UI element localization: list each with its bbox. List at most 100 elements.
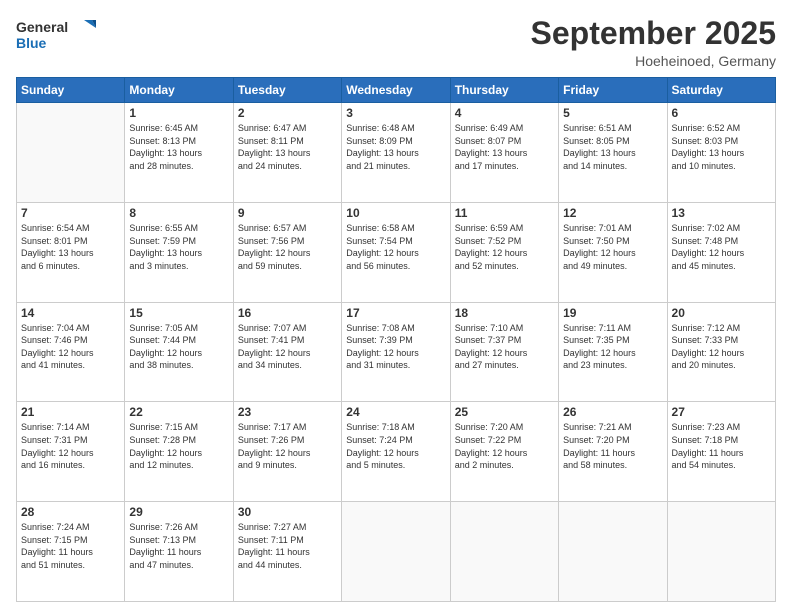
header-wednesday: Wednesday [342, 78, 450, 103]
calendar-week-row: 21 Sunrise: 7:14 AM Sunset: 7:31 PM Dayli… [17, 402, 776, 502]
calendar-cell: 19 Sunrise: 7:11 AM Sunset: 7:35 PM Dayli… [559, 302, 667, 402]
calendar-cell: 22 Sunrise: 7:15 AM Sunset: 7:28 PM Dayli… [125, 402, 233, 502]
day-info: Sunrise: 6:47 AM Sunset: 8:11 PM Dayligh… [238, 122, 337, 172]
calendar-cell: 16 Sunrise: 7:07 AM Sunset: 7:41 PM Dayli… [233, 302, 341, 402]
day-info: Sunrise: 6:49 AM Sunset: 8:07 PM Dayligh… [455, 122, 554, 172]
day-number: 7 [21, 206, 120, 220]
day-number: 21 [21, 405, 120, 419]
calendar-cell: 7 Sunrise: 6:54 AM Sunset: 8:01 PM Daylig… [17, 202, 125, 302]
calendar-cell: 12 Sunrise: 7:01 AM Sunset: 7:50 PM Dayli… [559, 202, 667, 302]
calendar-cell: 21 Sunrise: 7:14 AM Sunset: 7:31 PM Dayli… [17, 402, 125, 502]
header-saturday: Saturday [667, 78, 775, 103]
day-number: 9 [238, 206, 337, 220]
day-number: 29 [129, 505, 228, 519]
calendar-cell: 29 Sunrise: 7:26 AM Sunset: 7:13 PM Dayli… [125, 502, 233, 602]
header-friday: Friday [559, 78, 667, 103]
calendar-cell: 30Sunrise: 7:27 AM Sunset: 7:11 PM Dayli… [233, 502, 341, 602]
day-number: 12 [563, 206, 662, 220]
day-info: Sunrise: 7:05 AM Sunset: 7:44 PM Dayligh… [129, 322, 228, 372]
day-info: Sunrise: 7:01 AM Sunset: 7:50 PM Dayligh… [563, 222, 662, 272]
calendar-header-row: Sunday Monday Tuesday Wednesday Thursday… [17, 78, 776, 103]
day-info: Sunrise: 7:17 AM Sunset: 7:26 PM Dayligh… [238, 421, 337, 471]
day-info: Sunrise: 7:20 AM Sunset: 7:22 PM Dayligh… [455, 421, 554, 471]
calendar-cell: 18 Sunrise: 7:10 AM Sunset: 7:37 PM Dayli… [450, 302, 558, 402]
day-info: Sunrise: 6:48 AM Sunset: 8:09 PM Dayligh… [346, 122, 445, 172]
calendar-cell: 20 Sunrise: 7:12 AM Sunset: 7:33 PM Dayli… [667, 302, 775, 402]
day-number: 18 [455, 306, 554, 320]
day-number: 10 [346, 206, 445, 220]
day-info: Sunrise: 7:21 AM Sunset: 7:20 PM Dayligh… [563, 421, 662, 471]
calendar-cell: 8 Sunrise: 6:55 AM Sunset: 7:59 PM Daylig… [125, 202, 233, 302]
day-info: Sunrise: 6:58 AM Sunset: 7:54 PM Dayligh… [346, 222, 445, 272]
svg-text:General: General [16, 19, 68, 35]
calendar-cell: 23 Sunrise: 7:17 AM Sunset: 7:26 PM Dayli… [233, 402, 341, 502]
day-info: Sunrise: 7:07 AM Sunset: 7:41 PM Dayligh… [238, 322, 337, 372]
day-info: Sunrise: 7:15 AM Sunset: 7:28 PM Dayligh… [129, 421, 228, 471]
day-number: 6 [672, 106, 771, 120]
day-info: Sunrise: 7:02 AM Sunset: 7:48 PM Dayligh… [672, 222, 771, 272]
day-info: Sunrise: 7:04 AM Sunset: 7:46 PM Dayligh… [21, 322, 120, 372]
day-info: Sunrise: 7:14 AM Sunset: 7:31 PM Dayligh… [21, 421, 120, 471]
calendar-week-row: 14 Sunrise: 7:04 AM Sunset: 7:46 PM Dayli… [17, 302, 776, 402]
calendar-week-row: 1 Sunrise: 6:45 AM Sunset: 8:13 PM Daylig… [17, 103, 776, 203]
header: General Blue September 2025 Hoeheinoed, … [16, 16, 776, 69]
calendar-page: General Blue September 2025 Hoeheinoed, … [0, 0, 792, 612]
day-info: Sunrise: 6:52 AM Sunset: 8:03 PM Dayligh… [672, 122, 771, 172]
day-number: 27 [672, 405, 771, 419]
calendar-cell [667, 502, 775, 602]
svg-text:Blue: Blue [16, 35, 47, 51]
calendar-cell: 24Sunrise: 7:18 AM Sunset: 7:24 PM Dayli… [342, 402, 450, 502]
logo-svg: General Blue [16, 16, 96, 54]
day-number: 20 [672, 306, 771, 320]
day-number: 25 [455, 405, 554, 419]
calendar-cell: 27 Sunrise: 7:23 AM Sunset: 7:18 PM Dayli… [667, 402, 775, 502]
calendar-week-row: 7 Sunrise: 6:54 AM Sunset: 8:01 PM Daylig… [17, 202, 776, 302]
day-info: Sunrise: 6:45 AM Sunset: 8:13 PM Dayligh… [129, 122, 228, 172]
day-number: 19 [563, 306, 662, 320]
calendar-cell: 13 Sunrise: 7:02 AM Sunset: 7:48 PM Dayli… [667, 202, 775, 302]
day-info: Sunrise: 6:54 AM Sunset: 8:01 PM Dayligh… [21, 222, 120, 272]
day-number: 30 [238, 505, 337, 519]
calendar-cell: 4 Sunrise: 6:49 AM Sunset: 8:07 PM Daylig… [450, 103, 558, 203]
calendar-cell: 17 Sunrise: 7:08 AM Sunset: 7:39 PM Dayli… [342, 302, 450, 402]
logo: General Blue [16, 16, 96, 54]
location: Hoeheinoed, Germany [531, 53, 776, 69]
day-info: Sunrise: 7:10 AM Sunset: 7:37 PM Dayligh… [455, 322, 554, 372]
day-info: Sunrise: 6:55 AM Sunset: 7:59 PM Dayligh… [129, 222, 228, 272]
calendar-week-row: 28Sunrise: 7:24 AM Sunset: 7:15 PM Dayli… [17, 502, 776, 602]
month-title: September 2025 [531, 16, 776, 51]
calendar-cell: 6 Sunrise: 6:52 AM Sunset: 8:03 PM Daylig… [667, 103, 775, 203]
calendar-cell: 1 Sunrise: 6:45 AM Sunset: 8:13 PM Daylig… [125, 103, 233, 203]
day-info: Sunrise: 6:59 AM Sunset: 7:52 PM Dayligh… [455, 222, 554, 272]
day-info: Sunrise: 7:26 AM Sunset: 7:13 PM Dayligh… [129, 521, 228, 571]
header-monday: Monday [125, 78, 233, 103]
day-number: 3 [346, 106, 445, 120]
day-info: Sunrise: 7:11 AM Sunset: 7:35 PM Dayligh… [563, 322, 662, 372]
day-number: 8 [129, 206, 228, 220]
day-info: Sunrise: 6:51 AM Sunset: 8:05 PM Dayligh… [563, 122, 662, 172]
calendar-cell: 28Sunrise: 7:24 AM Sunset: 7:15 PM Dayli… [17, 502, 125, 602]
day-number: 14 [21, 306, 120, 320]
day-info: Sunrise: 7:18 AM Sunset: 7:24 PM Dayligh… [346, 421, 445, 471]
calendar-cell: 10 Sunrise: 6:58 AM Sunset: 7:54 PM Dayli… [342, 202, 450, 302]
day-info: Sunrise: 7:08 AM Sunset: 7:39 PM Dayligh… [346, 322, 445, 372]
day-number: 13 [672, 206, 771, 220]
day-number: 1 [129, 106, 228, 120]
calendar-cell [450, 502, 558, 602]
day-info: Sunrise: 7:23 AM Sunset: 7:18 PM Dayligh… [672, 421, 771, 471]
day-number: 15 [129, 306, 228, 320]
header-tuesday: Tuesday [233, 78, 341, 103]
day-number: 17 [346, 306, 445, 320]
day-number: 11 [455, 206, 554, 220]
calendar-table: Sunday Monday Tuesday Wednesday Thursday… [16, 77, 776, 602]
day-number: 23 [238, 405, 337, 419]
day-number: 16 [238, 306, 337, 320]
title-block: September 2025 Hoeheinoed, Germany [531, 16, 776, 69]
calendar-cell: 2Sunrise: 6:47 AM Sunset: 8:11 PM Daylig… [233, 103, 341, 203]
calendar-cell: 5Sunrise: 6:51 AM Sunset: 8:05 PM Daylig… [559, 103, 667, 203]
day-number: 22 [129, 405, 228, 419]
header-sunday: Sunday [17, 78, 125, 103]
day-info: Sunrise: 7:12 AM Sunset: 7:33 PM Dayligh… [672, 322, 771, 372]
calendar-cell: 26Sunrise: 7:21 AM Sunset: 7:20 PM Dayli… [559, 402, 667, 502]
day-number: 4 [455, 106, 554, 120]
